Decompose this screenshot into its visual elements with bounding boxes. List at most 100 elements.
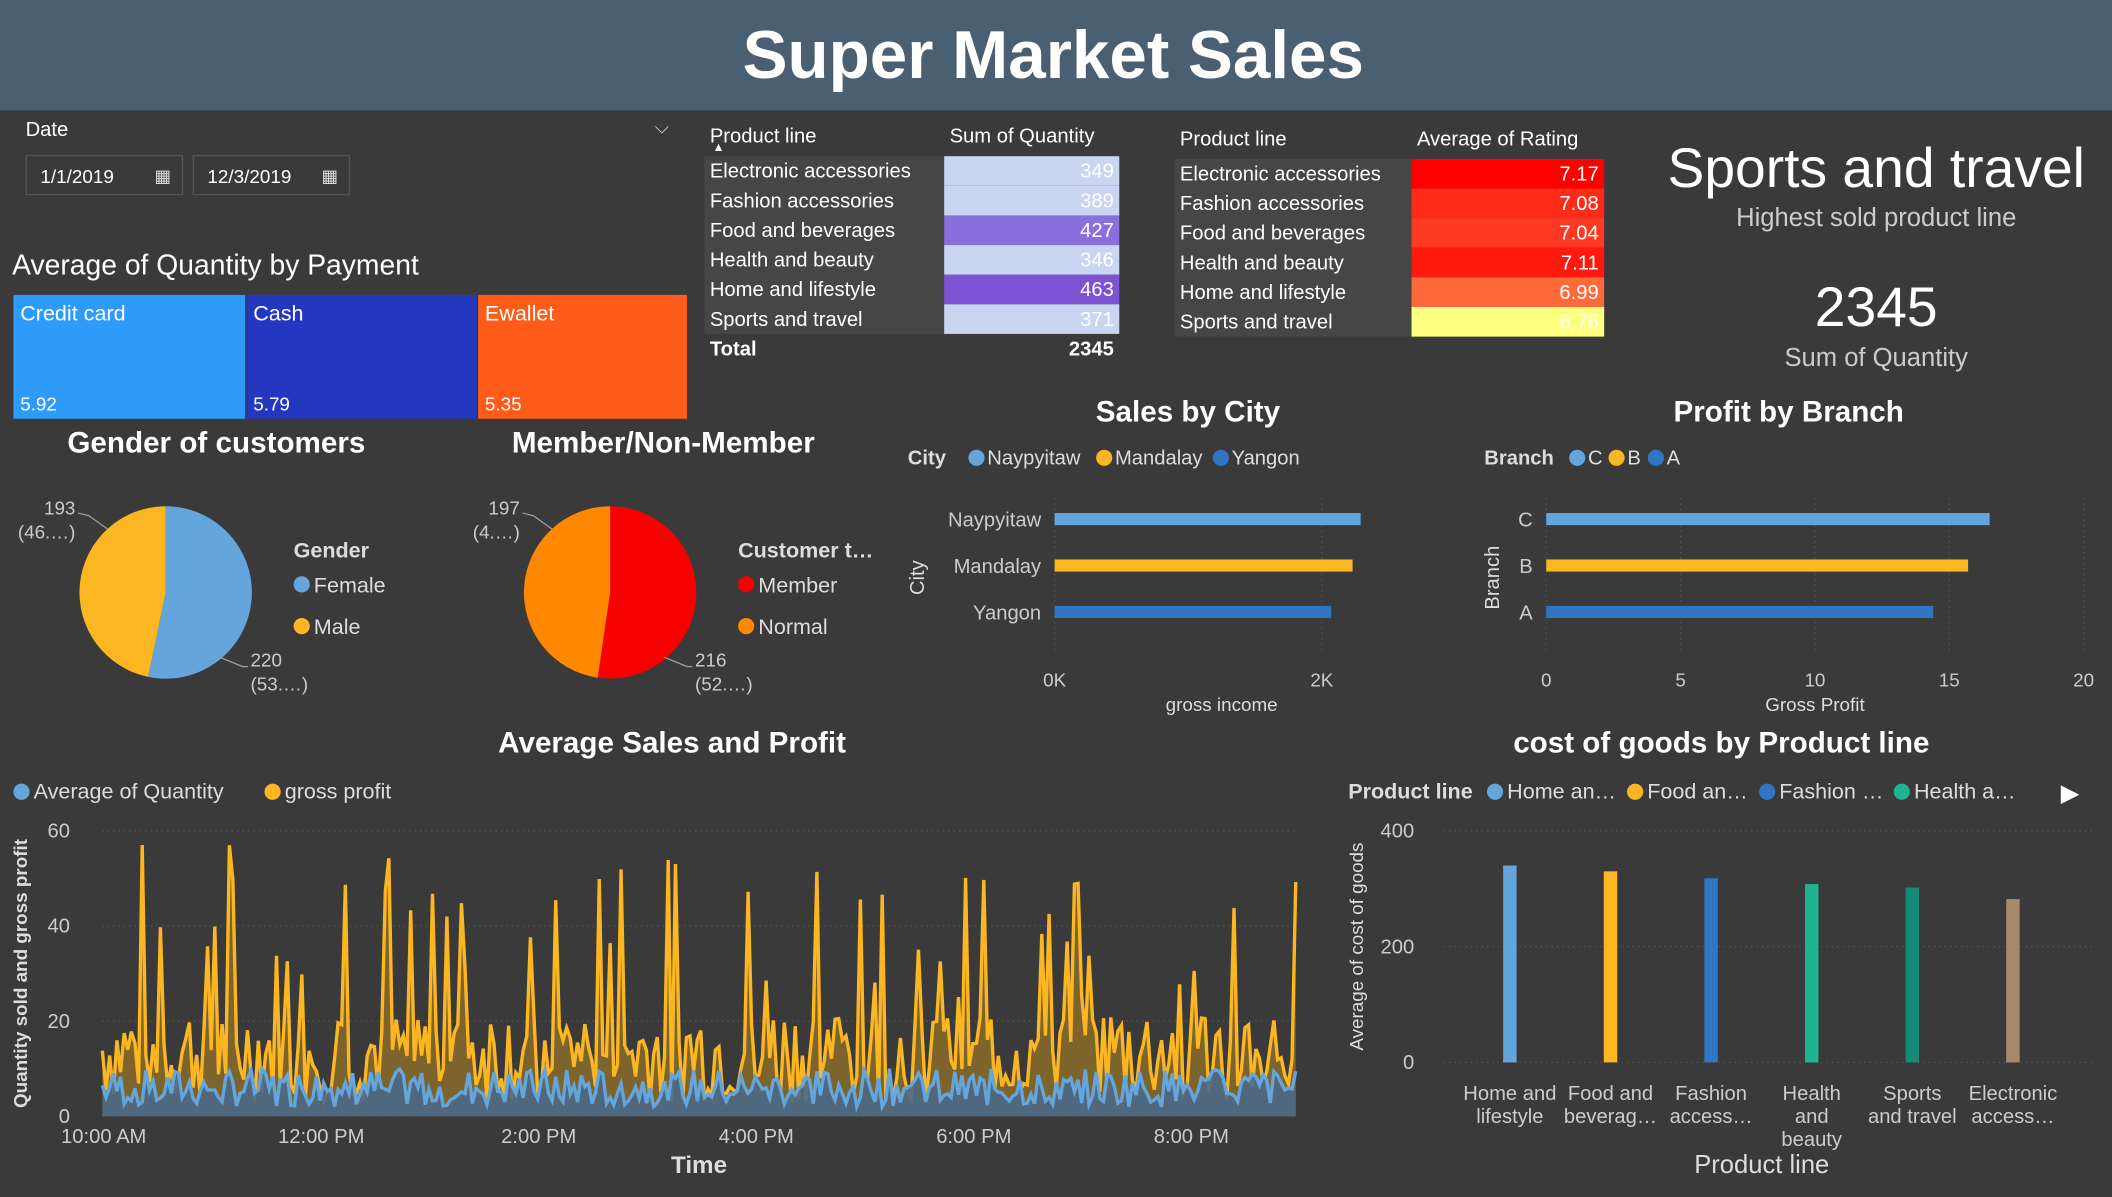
total-row: Total 2345 (704, 334, 1119, 364)
value-cell: 6.99 (1411, 277, 1605, 308)
value-cell: 349 (944, 156, 1120, 186)
table-row[interactable]: Home and lifestyle 463 (704, 274, 1120, 305)
member-chart-title: Member/Non-Member (511, 425, 815, 460)
legend-item[interactable]: Mandalay (1115, 448, 1203, 470)
sort-arrow-icon: ▲ (712, 140, 725, 154)
x-tick-label: 2K (1310, 670, 1333, 691)
bar[interactable] (2006, 899, 2020, 1063)
x-tick-label: 10:00 AM (61, 1126, 146, 1148)
legend-item[interactable]: Member (758, 573, 837, 597)
chart-title: Profit by Branch (1674, 395, 1904, 428)
value-cell: 427 (944, 215, 1120, 246)
table-row[interactable]: Home and lifestyle 6.99 (1174, 277, 1605, 308)
value-cell: 6.76 (1411, 307, 1605, 337)
y-axis-label: City (907, 559, 929, 595)
table-row[interactable]: Electronic accessories 7.17 (1174, 158, 1605, 189)
legend-item[interactable]: Male (314, 615, 361, 639)
date-filter-label: Date (25, 118, 69, 142)
bar[interactable] (1603, 871, 1618, 1063)
legend-marker (1569, 449, 1586, 466)
table-row[interactable]: Food and beverages 7.04 (1174, 218, 1605, 248)
table-row[interactable]: Fashion accessories 7.08 (1174, 188, 1605, 219)
y-tick-label: B (1519, 556, 1532, 578)
product-line-cell: Fashion accessories (704, 185, 945, 216)
y-tick-label: 0 (59, 1106, 70, 1128)
product-line-cell: Electronic accessories (704, 156, 945, 186)
chart-title: Sales by City (1096, 395, 1281, 428)
table-row[interactable]: Food and beverages 427 (704, 215, 1120, 246)
product-line-cell: Health and beauty (1174, 247, 1412, 278)
legend-item[interactable]: Normal (758, 615, 827, 639)
calendar-icon[interactable]: ▦ (322, 156, 339, 196)
column-header[interactable]: Average of Rating (1412, 118, 1605, 158)
cost-of-goods-chart: cost of goods by Product line Product lin… (1346, 727, 2095, 1179)
chevron-down-icon[interactable]: ⌵ (655, 116, 669, 139)
legend-item[interactable]: A (1667, 448, 1681, 470)
y-tick-label: 200 (1381, 936, 1415, 958)
bar[interactable] (1804, 884, 1819, 1063)
x-tick-label: Food and (1568, 1083, 1653, 1105)
legend-item[interactable]: Yangon (1232, 448, 1300, 470)
pie-slice[interactable] (523, 506, 611, 678)
column-header[interactable]: Product line (1174, 118, 1411, 158)
leader-line (219, 656, 248, 668)
start-date-input[interactable]: 1/1/2019 ▦ (25, 154, 184, 196)
table-row[interactable]: Electronic accessories 349 (704, 156, 1120, 186)
legend-item[interactable]: C (1588, 448, 1603, 470)
legend-next-icon[interactable]: ▶ (2061, 780, 2080, 807)
product-line-cell: Food and beverages (704, 215, 945, 246)
bar[interactable] (1503, 865, 1517, 1063)
pie-data-label: 193 (44, 497, 75, 518)
chart-title: Average Sales and Profit (498, 727, 846, 760)
y-tick-label: Mandalay (954, 556, 1042, 578)
legend-marker (13, 783, 30, 800)
bar[interactable] (1905, 887, 1920, 1063)
legend-item[interactable]: B (1627, 448, 1640, 470)
product-line-cell: Sports and travel (1174, 307, 1412, 337)
legend-marker (1212, 449, 1229, 466)
bar[interactable] (1054, 559, 1353, 572)
pie-slice[interactable] (597, 506, 697, 679)
legend-title: Product line (1348, 779, 1472, 803)
legend-marker (1893, 783, 1910, 800)
end-date-input[interactable]: 12/3/2019 ▦ (192, 154, 351, 196)
legend-item[interactable]: Female (314, 573, 386, 597)
leader-line (522, 512, 553, 530)
y-tick-label: 60 (48, 821, 70, 843)
legend-item[interactable]: Home an… (1507, 779, 1616, 803)
bar[interactable] (1546, 605, 1934, 619)
calendar-icon[interactable]: ▦ (154, 156, 171, 196)
value-cell: 7.17 (1411, 158, 1605, 189)
pie-slice[interactable] (79, 506, 166, 677)
table-row[interactable]: Health and beauty 346 (704, 245, 1120, 275)
payment-tile[interactable]: Ewallet 5.35 (478, 294, 687, 419)
column-header[interactable]: Sum of Quantity (944, 116, 1119, 156)
y-tick-label: 400 (1381, 821, 1415, 843)
legend-item[interactable]: Naypyitaw (987, 448, 1081, 470)
bar[interactable] (1054, 513, 1361, 526)
column-header[interactable]: Product line (704, 116, 944, 156)
table-row[interactable]: Fashion accessories 389 (704, 185, 1120, 216)
legend-item[interactable]: Average of Quantity (34, 779, 224, 803)
bar[interactable] (1704, 878, 1718, 1063)
x-tick-label: and (1795, 1106, 1829, 1128)
x-tick-label: beverag… (1564, 1106, 1657, 1128)
legend-item[interactable]: gross profit (285, 779, 392, 803)
bar[interactable] (1054, 605, 1332, 619)
bar[interactable] (1546, 559, 1969, 572)
legend-marker (1627, 783, 1644, 800)
table-row[interactable]: Sports and travel 6.76 (1174, 307, 1605, 337)
legend-item[interactable]: Health a… (1914, 779, 2016, 803)
table-row[interactable]: Sports and travel 371 (704, 304, 1120, 334)
payment-tile[interactable]: Cash 5.79 (246, 294, 477, 419)
x-tick-label: beauty (1781, 1129, 1843, 1151)
payment-title: Average of Quantity by Payment (12, 250, 419, 282)
payment-treemap: Credit card 5.92 Cash 5.79 Ewallet 5.35 (13, 294, 687, 419)
legend-item[interactable]: Fashion … (1779, 779, 1883, 803)
table-row[interactable]: Health and beauty 7.11 (1174, 247, 1605, 278)
payment-tile[interactable]: Credit card 5.92 (13, 294, 246, 419)
legend-item[interactable]: Food an… (1647, 779, 1748, 803)
bar[interactable] (1546, 513, 1990, 526)
x-tick-label: Electronic (1969, 1083, 2058, 1105)
y-axis-label: Branch (1482, 546, 1504, 610)
